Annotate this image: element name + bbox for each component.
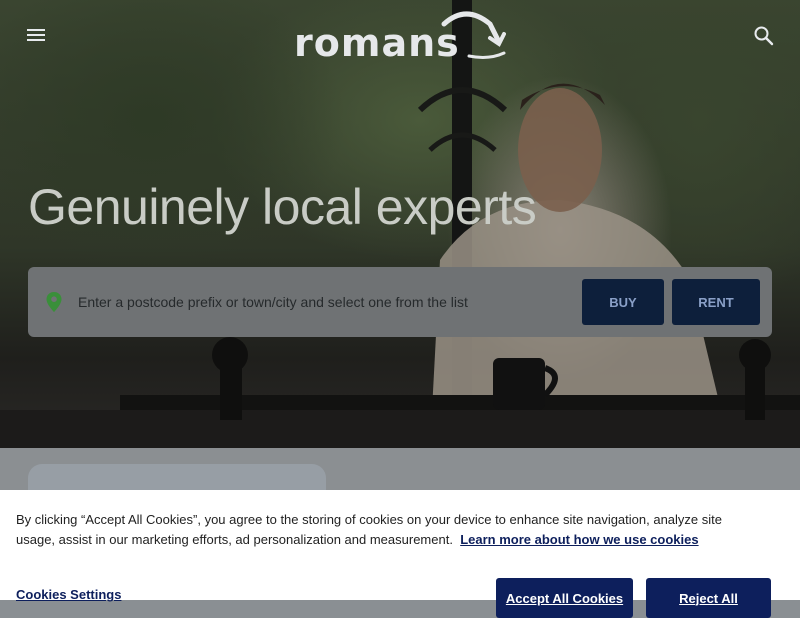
- top-navigation: romans: [0, 0, 800, 70]
- rent-button[interactable]: RENT: [672, 279, 760, 325]
- reject-all-cookies-button[interactable]: Reject All: [646, 578, 771, 618]
- menu-icon[interactable]: [24, 24, 48, 46]
- cookie-message: By clicking “Accept All Cookies”, you ag…: [16, 510, 756, 549]
- cookie-banner: By clicking “Accept All Cookies”, you ag…: [0, 490, 800, 618]
- buy-button[interactable]: BUY: [582, 279, 664, 325]
- location-pin-icon: [46, 292, 62, 312]
- search-icon[interactable]: [752, 24, 776, 48]
- hero-headline: Genuinely local experts: [28, 179, 537, 235]
- romans-logo[interactable]: romans: [294, 10, 506, 62]
- cookie-policy-link[interactable]: Learn more about how we use cookies: [460, 532, 698, 547]
- location-search-input[interactable]: [74, 287, 572, 317]
- svg-text:romans: romans: [294, 21, 460, 62]
- accept-all-cookies-button[interactable]: Accept All Cookies: [496, 578, 633, 618]
- hero-banner: romans Genuinely local experts BUY RENT: [0, 0, 800, 448]
- property-search-panel: BUY RENT: [28, 267, 772, 337]
